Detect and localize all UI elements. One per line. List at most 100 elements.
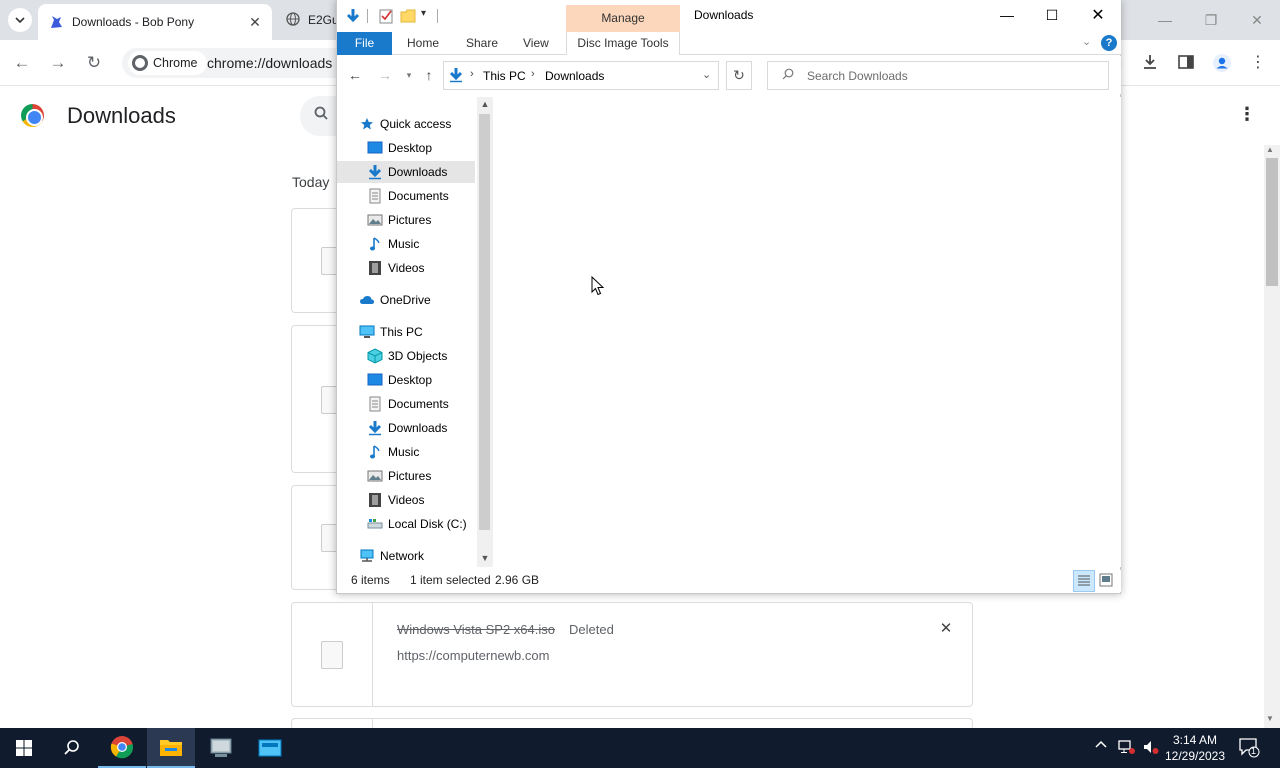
tab-home[interactable]: Home — [407, 32, 439, 55]
nav-item-label: Videos — [388, 493, 425, 507]
nav-pc-downloads[interactable]: Downloads — [367, 417, 477, 439]
search-input[interactable] — [807, 66, 1097, 85]
tab-disc-image-tools[interactable]: Disc Image Tools — [566, 32, 680, 55]
nav-item-label: Desktop — [388, 373, 433, 387]
side-panel-icon[interactable] — [1176, 53, 1196, 73]
chrome-menu-icon[interactable]: ⋮ — [1248, 53, 1268, 73]
chrome-restore-icon[interactable]: ❐ — [1196, 10, 1226, 30]
nav-pc-desktop[interactable]: Desktop — [367, 369, 477, 391]
taskbar-file-explorer[interactable] — [147, 728, 195, 768]
address-history-chevron-icon[interactable]: ⌄ — [702, 68, 711, 81]
taskbar-chrome[interactable] — [98, 728, 146, 768]
nav-pc-music[interactable]: Music — [367, 441, 477, 463]
file-list-area[interactable] — [494, 97, 1121, 567]
taskbar-search-button[interactable] — [48, 728, 96, 768]
start-button[interactable] — [0, 728, 48, 768]
download-source-url[interactable]: https://computernewb.com — [397, 648, 549, 663]
help-icon[interactable]: ? — [1101, 35, 1117, 51]
scrollbar-thumb[interactable] — [479, 114, 490, 530]
chrome-logo-icon — [110, 736, 134, 759]
nav-quick-downloads[interactable]: Downloads — [337, 161, 475, 183]
forward-arrow-icon[interactable]: → — [46, 51, 70, 75]
music-icon — [367, 236, 383, 252]
nav-quick-videos[interactable]: Videos — [367, 257, 477, 279]
nav-network[interactable]: Network — [359, 545, 477, 567]
chrome-minimize-icon[interactable]: — — [1150, 10, 1180, 30]
scrollbar-thumb[interactable] — [1266, 158, 1278, 286]
maximize-icon[interactable]: ☐ — [1029, 0, 1075, 31]
properties-icon[interactable] — [377, 7, 395, 25]
documents-icon — [367, 396, 383, 412]
action-center-icon[interactable]: 1 — [1238, 736, 1260, 761]
new-folder-icon[interactable] — [399, 7, 417, 25]
volume-muted-icon[interactable] — [1142, 739, 1160, 758]
forward-arrow-icon[interactable]: → — [376, 66, 394, 84]
close-icon[interactable]: ✕ — [1075, 0, 1121, 31]
nav-onedrive[interactable]: OneDrive — [359, 289, 477, 311]
search-icon[interactable] — [300, 96, 340, 136]
breadcrumb-this-pc[interactable]: This PC — [483, 69, 526, 83]
breadcrumb-downloads[interactable]: Downloads — [545, 69, 604, 83]
up-arrow-icon[interactable]: ↑ — [420, 66, 438, 84]
back-arrow-icon[interactable]: ← — [346, 66, 364, 84]
tab-close-icon[interactable]: ✕ — [246, 14, 264, 31]
scroll-up-icon[interactable]: ▲ — [477, 99, 493, 109]
tab-search-button[interactable] — [8, 8, 32, 32]
chrome-close-icon[interactable]: ✕ — [1242, 10, 1272, 30]
music-icon — [367, 444, 383, 460]
omnibox-chrome-chip[interactable]: Chrome — [128, 51, 208, 75]
back-arrow-icon[interactable]: ← — [10, 51, 34, 75]
ribbon-tabs: File Home Share View Disc Image Tools ⌄ … — [337, 32, 1121, 55]
explorer-title-bar: ▾ Manage Downloads — ☐ ✕ — [337, 0, 1121, 32]
large-icons-view-icon[interactable] — [1099, 573, 1113, 587]
more-options-icon[interactable]: ⋮ — [1238, 104, 1256, 128]
recent-locations-icon[interactable]: ▾ — [400, 66, 418, 84]
download-icon[interactable] — [1140, 53, 1160, 73]
taskbar-app-computer[interactable] — [197, 728, 245, 768]
nav-pc-documents[interactable]: Documents — [367, 393, 477, 415]
details-view-icon[interactable] — [1073, 570, 1095, 592]
expand-ribbon-icon[interactable]: ⌄ — [1082, 35, 1091, 48]
tab-view[interactable]: View — [523, 32, 549, 55]
downloads-folder-icon — [367, 164, 383, 180]
show-hidden-icons-icon[interactable] — [1095, 739, 1107, 754]
minimize-icon[interactable]: — — [984, 0, 1030, 31]
tab-title: Downloads - Bob Pony — [72, 15, 195, 29]
search-field[interactable] — [767, 61, 1109, 90]
nav-pc-3d-objects[interactable]: 3D Objects — [367, 345, 477, 367]
scroll-down-icon[interactable]: ▼ — [1266, 714, 1274, 723]
address-bar[interactable]: › This PC › Downloads ⌄ — [443, 61, 719, 90]
pictures-icon — [367, 468, 383, 484]
nav-item-label: Network — [380, 549, 425, 563]
download-file-name: Windows Vista SP2 x64.iso — [397, 622, 555, 637]
omnibox-url[interactable]: chrome://downloads — [207, 55, 332, 71]
profile-avatar-icon[interactable] — [1212, 53, 1232, 73]
nav-quick-music[interactable]: Music — [367, 233, 477, 255]
nav-item-label: 3D Objects — [388, 349, 448, 363]
scroll-down-icon[interactable]: ▼ — [477, 553, 493, 563]
reload-icon[interactable]: ↻ — [82, 51, 106, 75]
qat-customize-icon[interactable]: ▾ — [421, 8, 426, 19]
nav-pc-videos[interactable]: Videos — [367, 489, 477, 511]
taskbar-app-server[interactable] — [246, 728, 294, 768]
nav-quick-pictures[interactable]: Pictures — [367, 209, 477, 231]
breadcrumb-chevron-icon[interactable]: › — [470, 68, 474, 80]
nav-pc-local-disk[interactable]: Local Disk (C:) — [367, 513, 477, 535]
system-clock[interactable]: 3:14 AM 12/29/2023 — [1160, 732, 1230, 764]
nav-quick-desktop[interactable]: Desktop — [367, 137, 477, 159]
nav-pc-pictures[interactable]: Pictures — [367, 465, 477, 487]
tab-share[interactable]: Share — [466, 32, 498, 55]
tab-downloads-bob-pony[interactable]: Downloads - Bob Pony ✕ — [38, 4, 272, 40]
scroll-up-icon[interactable]: ▲ — [1266, 145, 1274, 154]
tab-file[interactable]: File — [337, 32, 392, 55]
chrome-logo-icon — [132, 55, 148, 71]
star-icon — [359, 116, 375, 132]
nav-this-pc[interactable]: This PC — [359, 321, 477, 343]
remove-from-list-button[interactable]: ✕ — [936, 619, 956, 639]
navigation-pane: Quick access Desktop Downloads Documents… — [337, 97, 493, 567]
nav-quick-access[interactable]: Quick access — [359, 113, 477, 135]
network-status-icon[interactable] — [1118, 739, 1136, 758]
breadcrumb-chevron-icon[interactable]: › — [531, 68, 535, 80]
nav-quick-documents[interactable]: Documents — [367, 185, 477, 207]
refresh-icon[interactable]: ↻ — [726, 61, 752, 90]
